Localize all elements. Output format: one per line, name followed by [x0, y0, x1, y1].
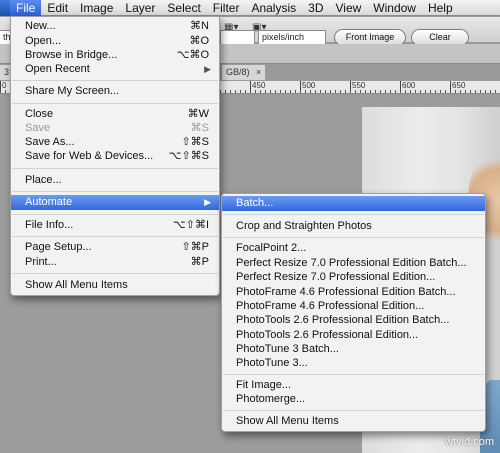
menu-separator	[12, 80, 218, 81]
shortcut-label: ⇧⌘S	[181, 136, 209, 148]
submenu-arrow-icon: ▶	[204, 197, 211, 207]
menu-item-share-my-screen[interactable]: Share My Screen...	[11, 84, 219, 99]
menu-item-phototools[interactable]: PhotoTools 2.6 Professional Edition...	[222, 328, 485, 343]
menu-item-label: Save for Web & Devices...	[25, 150, 154, 162]
menu-item-photoframe-batch[interactable]: PhotoFrame 4.6 Professional Edition Batc…	[222, 285, 485, 300]
shortcut-label: ⇧⌘P	[181, 241, 209, 253]
menu-item-page-setup[interactable]: Page Setup... ⇧⌘P	[11, 240, 219, 255]
shortcut-label: ⌘N	[190, 20, 209, 32]
menu-item-label: Page Setup...	[25, 241, 92, 253]
menu-item-label: Open Recent	[25, 63, 90, 75]
menu-file[interactable]: File	[10, 0, 42, 16]
menu-item-focalpoint[interactable]: FocalPoint 2...	[222, 241, 485, 256]
menu-item-browse-in-bridge[interactable]: Browse in Bridge... ⌥⌘O	[11, 48, 219, 63]
menu-item-batch[interactable]: Batch...	[222, 196, 485, 211]
menu-item-label: Show All Menu Items	[25, 279, 128, 291]
menu-separator	[223, 374, 484, 375]
automate-submenu: Batch... Crop and Straighten Photos Foca…	[221, 193, 486, 432]
menu-separator	[223, 214, 484, 215]
menu-item-perfect-resize[interactable]: Perfect Resize 7.0 Professional Edition.…	[222, 270, 485, 285]
menu-item-label: New...	[25, 20, 56, 32]
menu-item-label: Close	[25, 108, 54, 120]
menu-item-automate[interactable]: Automate ▶	[11, 195, 219, 210]
menu-item-label: Automate	[25, 196, 73, 208]
menu-filter[interactable]: Filter	[207, 0, 246, 16]
menu-item-label: Place...	[25, 174, 62, 186]
menu-select[interactable]: Select	[161, 0, 206, 16]
menu-item-label: Share My Screen...	[25, 85, 120, 97]
menu-separator	[12, 273, 218, 274]
menu-item-label: Open...	[25, 35, 62, 47]
menu-separator	[12, 236, 218, 237]
menu-help[interactable]: Help	[422, 0, 459, 16]
menu-item-close[interactable]: Close ⌘W	[11, 107, 219, 122]
shortcut-label: ⌥⌘O	[176, 49, 209, 61]
menu-item-label: Browse in Bridge...	[25, 49, 118, 61]
menu-window[interactable]: Window	[367, 0, 422, 16]
menu-item-crop-straighten[interactable]: Crop and Straighten Photos	[222, 219, 485, 234]
menu-item-file-info[interactable]: File Info... ⌥⇧⌘I	[11, 218, 219, 233]
menu-layer[interactable]: Layer	[119, 0, 161, 16]
menu-separator	[12, 191, 218, 192]
menu-separator	[12, 214, 218, 215]
menu-item-label: Print...	[25, 256, 57, 268]
menu-image[interactable]: Image	[74, 0, 119, 16]
menu-bar: File Edit Image Layer Select Filter Anal…	[0, 0, 500, 16]
ruler-label: 500	[302, 81, 316, 90]
menu-item-perfect-resize-batch[interactable]: Perfect Resize 7.0 Professional Edition …	[222, 256, 485, 271]
menu-item-show-all-automate[interactable]: Show All Menu Items	[222, 414, 485, 429]
menu-item-show-all[interactable]: Show All Menu Items	[11, 278, 219, 293]
height-field[interactable]	[220, 30, 255, 45]
ruler-label: 600	[402, 81, 416, 90]
ruler-label: 0	[2, 81, 7, 90]
menu-analysis[interactable]: Analysis	[245, 0, 302, 16]
shortcut-label: ⌥⇧⌘I	[173, 219, 209, 231]
app-logo-icon	[0, 0, 10, 16]
menu-item-phototune-batch[interactable]: PhotoTune 3 Batch...	[222, 342, 485, 357]
menu-item-phototools-batch[interactable]: PhotoTools 2.6 Professional Edition Batc…	[222, 313, 485, 328]
submenu-arrow-icon: ▶	[204, 64, 211, 74]
shortcut-label: ⌘P	[190, 256, 209, 268]
menu-edit[interactable]: Edit	[41, 0, 74, 16]
watermark-text: wtvid.com	[445, 436, 494, 448]
menu-separator	[223, 410, 484, 411]
menu-item-photoframe[interactable]: PhotoFrame 4.6 Professional Edition...	[222, 299, 485, 314]
menu-item-new[interactable]: New... ⌘N	[11, 19, 219, 34]
menu-item-save: Save ⌘S	[11, 121, 219, 136]
ruler-label: 450	[252, 81, 266, 90]
menu-item-place[interactable]: Place...	[11, 173, 219, 188]
resolution-unit-select[interactable]: pixels/inch	[258, 30, 326, 45]
shortcut-label: ⌘S	[190, 122, 209, 134]
ruler-label: 650	[452, 81, 466, 90]
file-menu-dropdown: New... ⌘N Open... ⌘O Browse in Bridge...…	[10, 16, 220, 296]
menu-separator	[12, 168, 218, 169]
shortcut-label: ⌘W	[187, 108, 209, 120]
menu-item-save-as[interactable]: Save As... ⇧⌘S	[11, 135, 219, 150]
document-tab-title: GB/8)	[226, 67, 250, 77]
document-tab-active[interactable]: GB/8) ×	[222, 65, 266, 80]
menu-view[interactable]: View	[329, 0, 367, 16]
menu-separator	[12, 103, 218, 104]
close-icon[interactable]: ×	[256, 67, 261, 77]
shortcut-label: ⌘O	[189, 35, 209, 47]
menu-item-open[interactable]: Open... ⌘O	[11, 34, 219, 49]
menu-item-label: Save As...	[25, 136, 75, 148]
menu-item-label: File Info...	[25, 219, 74, 231]
menu-item-open-recent[interactable]: Open Recent ▶	[11, 62, 219, 77]
ruler-label: 550	[352, 81, 366, 90]
menu-item-label: Save	[25, 122, 51, 134]
menu-separator	[223, 237, 484, 238]
menu-item-save-for-web[interactable]: Save for Web & Devices... ⌥⇧⌘S	[11, 149, 219, 164]
menu-3d[interactable]: 3D	[302, 0, 329, 16]
menu-item-print[interactable]: Print... ⌘P	[11, 255, 219, 270]
menu-item-fit-image[interactable]: Fit Image...	[222, 378, 485, 393]
menu-item-photomerge[interactable]: Photomerge...	[222, 392, 485, 407]
menu-item-phototune[interactable]: PhotoTune 3...	[222, 356, 485, 371]
shortcut-label: ⌥⇧⌘S	[168, 150, 209, 162]
